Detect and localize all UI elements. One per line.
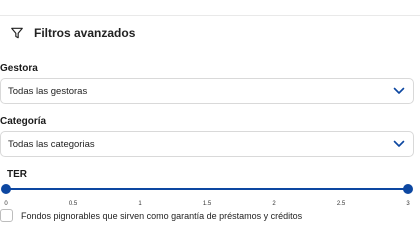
- pignorables-option[interactable]: Fondos pignorables que sirven como garan…: [0, 209, 302, 222]
- panel-title: Filtros avanzados: [34, 26, 136, 40]
- gestora-label: Gestora: [0, 63, 38, 74]
- tick-label: 2.5: [336, 201, 346, 207]
- tick-label: 1.5: [202, 201, 212, 207]
- chevron-down-icon: [393, 87, 405, 95]
- tick-label: 0: [4, 201, 8, 207]
- top-divider: [0, 15, 420, 16]
- chevron-down-icon: [393, 140, 405, 148]
- slider-thumb-min[interactable]: [1, 184, 11, 194]
- ter-range-slider[interactable]: [1, 184, 413, 194]
- tick-label: 1: [138, 201, 142, 207]
- pignorables-label: Fondos pignorables que sirven como garan…: [21, 210, 303, 221]
- slider-thumb-max[interactable]: [403, 184, 413, 194]
- tick-label: 0.5: [68, 201, 78, 207]
- categoria-label: Categoría: [0, 116, 47, 127]
- gestora-select-value: Todas las gestoras: [8, 85, 88, 97]
- pignorables-checkbox[interactable]: [0, 209, 13, 222]
- tick-label: 3: [406, 201, 410, 207]
- gestora-select[interactable]: Todas las gestoras: [0, 78, 414, 104]
- advanced-filters-header: Filtros avanzados: [10, 24, 135, 42]
- ter-label: TER: [7, 169, 27, 180]
- slider-track[interactable]: [6, 188, 408, 190]
- categoria-select-value: Todas las categorias: [8, 138, 95, 150]
- categoria-select[interactable]: Todas las categorias: [0, 131, 414, 157]
- tick-label: 2: [272, 201, 276, 207]
- filter-icon: [10, 26, 24, 40]
